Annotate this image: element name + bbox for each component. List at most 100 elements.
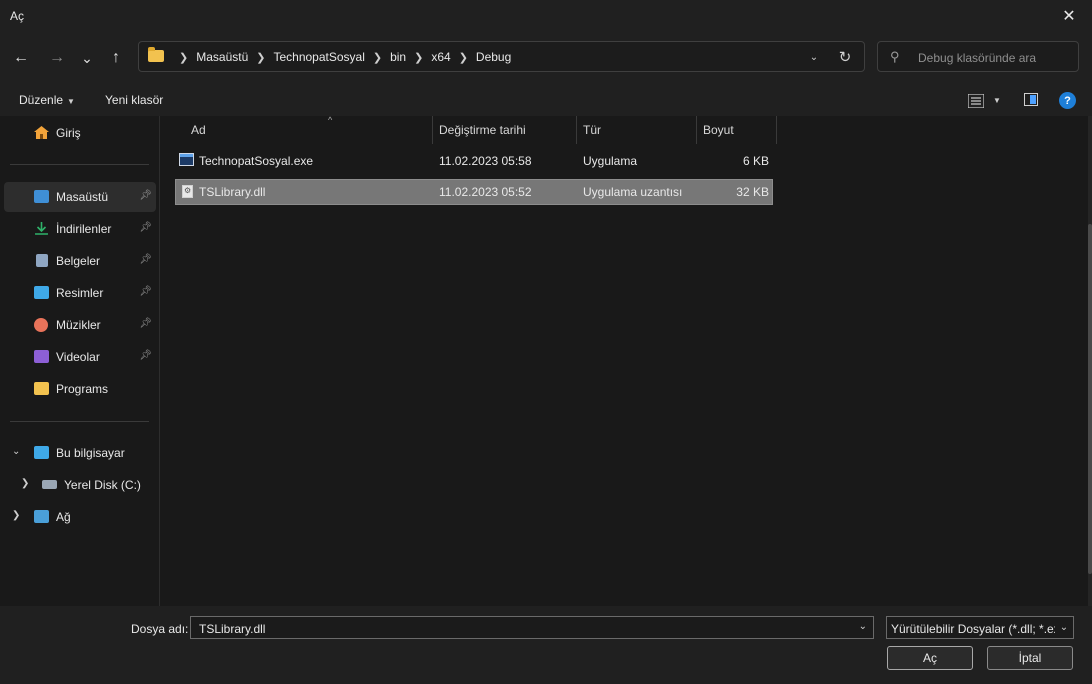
scrollbar-thumb[interactable] <box>1088 224 1092 574</box>
chevron-down-icon[interactable]: ⌄ <box>12 446 20 457</box>
filename-input[interactable] <box>197 620 841 638</box>
help-icon[interactable]: ? <box>1059 92 1076 109</box>
divider <box>10 421 149 422</box>
home-icon <box>34 126 49 139</box>
window-title: Aç <box>10 9 25 23</box>
computer-icon <box>34 446 49 459</box>
file-name: TSLibrary.dll <box>199 185 266 199</box>
sidebar-item-label: Masaüstü <box>56 190 109 204</box>
column-header-date[interactable]: Değiştirme tarihi <box>432 116 577 144</box>
network-icon <box>34 510 49 523</box>
file-name: TechnopatSosyal.exe <box>199 154 314 168</box>
folder-icon <box>148 47 164 62</box>
file-row-selected[interactable]: TSLibrary.dll 11.02.2023 05:52 Uygulama … <box>175 179 773 205</box>
refresh-icon[interactable]: ↻ <box>834 47 856 67</box>
breadcrumb-item[interactable]: x64 <box>431 50 450 64</box>
breadcrumb-item[interactable]: TechnopatSosyal <box>273 50 364 64</box>
preview-pane-icon[interactable] <box>1024 93 1038 106</box>
filename-combobox[interactable]: ⌄ <box>190 616 874 639</box>
sidebar-item-local-disk[interactable]: ❯ Yerel Disk (C:) <box>4 470 156 500</box>
cancel-button[interactable]: İptal <box>987 646 1073 670</box>
sort-ascending-icon: ^ <box>328 115 333 125</box>
close-button[interactable]: ✕ <box>1046 0 1092 32</box>
sidebar-item-pictures[interactable]: Resimler 📌︎ <box>4 278 156 308</box>
sidebar-item-network[interactable]: ❯ Ağ <box>4 502 156 532</box>
search-icon: ⚲ <box>890 49 900 64</box>
chevron-down-icon[interactable]: ⌄ <box>859 621 867 632</box>
command-bar: Düzenle ▼ Yeni klasör <box>0 84 1092 116</box>
sidebar-item-label: Videolar <box>56 350 100 364</box>
dll-file-icon <box>182 185 193 198</box>
chevron-right-icon[interactable]: ❯ <box>21 478 29 489</box>
scrollbar[interactable] <box>1088 116 1092 606</box>
filetype-select[interactable]: Yürütülebilir Dosyalar (*.dll; *.exe) ⌄ <box>886 616 1074 639</box>
organize-button[interactable]: Düzenle ▼ <box>19 93 75 107</box>
file-type: Uygulama <box>583 154 638 168</box>
sidebar-item-videos[interactable]: Videolar 📌︎ <box>4 342 156 372</box>
sidebar-item-label: Yerel Disk (C:) <box>64 478 141 492</box>
column-header-label: Ad <box>191 123 206 137</box>
sidebar-item-music[interactable]: Müzikler 📌︎ <box>4 310 156 340</box>
recent-locations-button[interactable]: ⌄ <box>74 46 100 70</box>
pin-icon: 📌︎ <box>139 222 152 233</box>
filetype-value: Yürütülebilir Dosyalar (*.dll; *.exe) <box>891 622 1071 636</box>
organize-label: Düzenle <box>19 93 64 107</box>
chevron-down-icon[interactable]: ⌄ <box>806 49 822 65</box>
back-button[interactable]: ← <box>8 46 34 70</box>
file-row[interactable]: TechnopatSosyal.exe 11.02.2023 05:58 Uyg… <box>175 148 773 174</box>
sidebar-item-programs[interactable]: Programs <box>4 374 156 404</box>
sidebar-item-downloads[interactable]: İndirilenler 📌︎ <box>4 214 156 244</box>
file-size: 6 KB <box>742 154 769 168</box>
chevron-right-icon[interactable]: ❯ <box>12 510 20 521</box>
column-header-label: Değiştirme tarihi <box>439 123 526 137</box>
sidebar-item-desktop[interactable]: Masaüstü 📌︎ <box>4 182 156 212</box>
videos-icon <box>34 350 49 363</box>
chevron-right-icon: ❯ <box>458 51 468 64</box>
file-size: 32 KB <box>736 185 769 199</box>
pictures-icon <box>34 286 49 299</box>
column-header-type[interactable]: Tür <box>576 116 697 144</box>
title-bar: Aç ✕ <box>0 0 1092 32</box>
desktop-icon <box>34 190 49 203</box>
caret-down-icon: ▼ <box>67 97 75 106</box>
sidebar-item-label: Bu bilgisayar <box>56 446 125 460</box>
column-header-label: Tür <box>583 123 601 137</box>
file-date: 11.02.2023 05:52 <box>439 185 532 199</box>
dialog-footer: Dosya adı: ⌄ Yürütülebilir Dosyalar (*.d… <box>0 606 1092 684</box>
file-type: Uygulama uzantısı <box>583 185 683 199</box>
column-header-name[interactable]: Ad ^ <box>184 115 433 144</box>
column-header-size[interactable]: Boyut <box>696 116 777 144</box>
divider <box>10 164 149 165</box>
view-caret-icon[interactable]: ▼ <box>993 96 1001 105</box>
search-input[interactable] <box>916 48 1070 68</box>
sidebar-item-label: Giriş <box>56 126 81 140</box>
sidebar-item-home[interactable]: Giriş <box>4 118 156 148</box>
forward-button[interactable]: → <box>44 46 70 70</box>
pin-icon: 📌︎ <box>139 286 152 297</box>
breadcrumb-item[interactable]: Debug <box>476 50 511 64</box>
sidebar-item-this-pc[interactable]: ⌄ Bu bilgisayar <box>4 438 156 468</box>
view-options-icon[interactable] <box>968 94 984 108</box>
pin-icon: 📌︎ <box>139 254 152 265</box>
open-button[interactable]: Aç <box>887 646 973 670</box>
breadcrumb-item[interactable]: bin <box>390 50 406 64</box>
file-date: 11.02.2023 05:58 <box>439 154 532 168</box>
folder-icon <box>34 382 49 395</box>
search-box[interactable]: ⚲ <box>877 41 1079 72</box>
breadcrumb-item[interactable]: Masaüstü <box>196 50 248 64</box>
executable-icon <box>179 153 194 166</box>
chevron-right-icon: ❯ <box>256 51 266 64</box>
chevron-down-icon[interactable]: ⌄ <box>1055 617 1073 638</box>
address-bar[interactable]: ❯ Masaüstü ❯ TechnopatSosyal ❯ bin ❯ x64… <box>138 41 865 72</box>
sidebar-item-label: Resimler <box>56 286 104 300</box>
chevron-right-icon: ❯ <box>372 51 383 64</box>
music-icon <box>34 318 48 332</box>
navigation-pane: Giriş Masaüstü 📌︎ İndirilenler 📌︎ Belgel… <box>0 116 160 606</box>
navigation-bar: ← → ⌄ ↑ ❯ Masaüstü ❯ TechnopatSosyal ❯ b… <box>0 32 1092 84</box>
sidebar-item-label: Müzikler <box>56 318 101 332</box>
new-folder-button[interactable]: Yeni klasör <box>105 93 163 107</box>
drive-icon <box>42 480 57 489</box>
sidebar-item-documents[interactable]: Belgeler 📌︎ <box>4 246 156 276</box>
up-button[interactable]: ↑ <box>103 46 129 70</box>
documents-icon <box>36 254 48 267</box>
